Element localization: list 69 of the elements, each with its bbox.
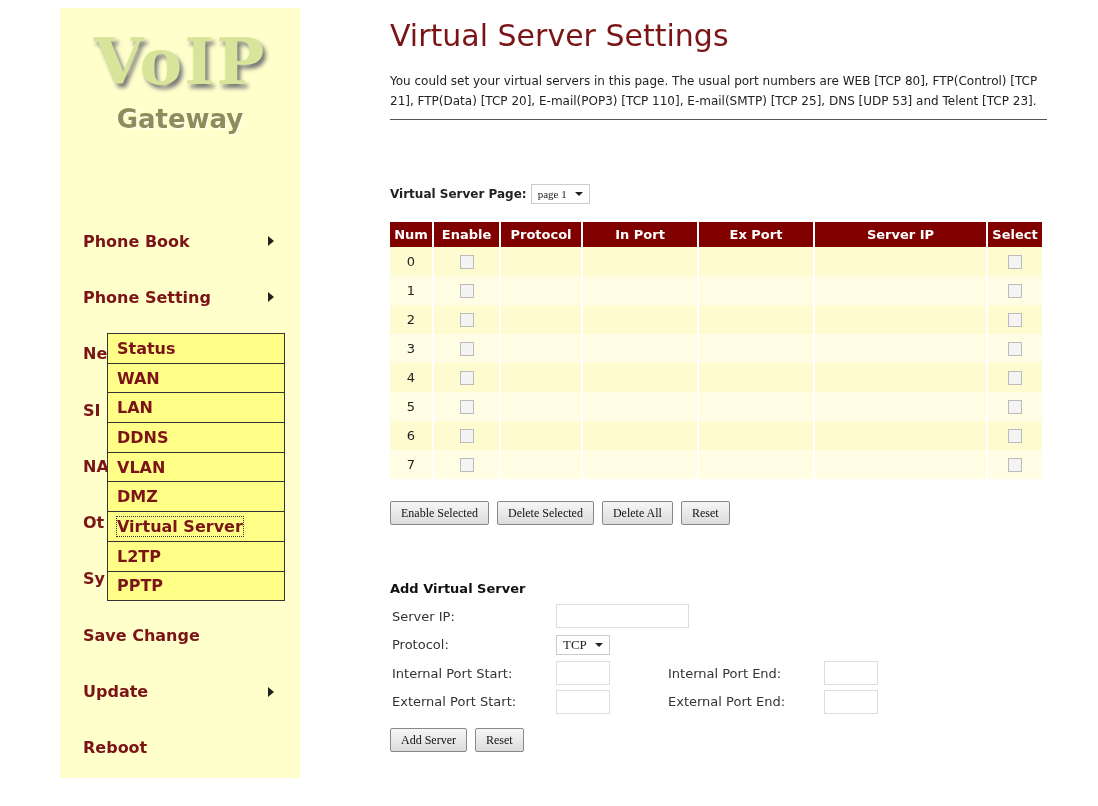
table-cell: 2 [390, 305, 432, 334]
input-field[interactable] [824, 689, 878, 714]
menu-item[interactable]: DDNS [108, 422, 284, 452]
input-field[interactable] [556, 604, 689, 629]
input-field[interactable] [824, 661, 878, 686]
menu-item[interactable]: Status [108, 334, 284, 363]
menu-item[interactable]: WAN [108, 362, 284, 393]
section-title: Add Virtual Server [390, 581, 527, 596]
page-select[interactable]: page 1 [530, 184, 590, 204]
column-header: Select [988, 222, 1042, 247]
page-label: Virtual Server Page: [390, 187, 527, 201]
menu-item[interactable]: L2TP [108, 540, 284, 571]
column-header: Num [390, 222, 432, 247]
checkbox[interactable] [1008, 458, 1022, 473]
checkbox[interactable] [459, 429, 474, 444]
checkbox[interactable] [459, 371, 474, 386]
checkbox[interactable] [459, 313, 474, 328]
page-title: Virtual Server Settings [390, 18, 730, 53]
sidebar-item[interactable]: Phone Book [83, 231, 268, 251]
form-button[interactable]: Delete All [601, 501, 673, 525]
checkbox[interactable] [1008, 342, 1022, 357]
checkbox[interactable] [459, 284, 474, 299]
table-cell: 4 [390, 363, 432, 392]
field-label: Internal Port End: [668, 665, 783, 681]
menu-item[interactable]: LAN [108, 392, 284, 423]
sidebar-item[interactable]: Update [83, 682, 268, 701]
menu-item[interactable]: VLAN [108, 451, 284, 482]
table-cell: 1 [390, 276, 432, 305]
column-header: In Port [583, 222, 697, 247]
column-header: Server IP [815, 222, 986, 247]
checkbox[interactable] [1008, 429, 1022, 444]
form-button[interactable]: Delete Selected [496, 501, 594, 525]
form-button[interactable]: Enable Selected [390, 501, 489, 525]
sidebar-item[interactable]: Phone Setting [83, 287, 268, 307]
table-cell: 7 [390, 450, 432, 479]
table-cell: 6 [390, 421, 432, 450]
column-header: Protocol [501, 222, 581, 247]
input-field[interactable] [556, 689, 610, 714]
form-button[interactable]: Reset [475, 728, 524, 752]
checkbox[interactable] [1008, 284, 1022, 299]
field-label: Internal Port Start: [391, 665, 514, 681]
checkbox[interactable] [459, 255, 474, 270]
checkbox[interactable] [1008, 371, 1022, 386]
menu-item[interactable]: PPTP [108, 570, 284, 601]
checkbox[interactable] [459, 458, 474, 473]
checkbox[interactable] [459, 400, 474, 415]
input-field[interactable] [556, 661, 610, 686]
form-button[interactable]: Reset [680, 501, 730, 525]
sidebar-item[interactable]: Reboot [83, 738, 268, 758]
sidebar-item[interactable]: Save Change [83, 625, 268, 645]
form-button[interactable]: Add Server [390, 728, 467, 752]
protocol-select[interactable]: TCP [556, 634, 610, 655]
logo-title: VoIP [93, 30, 267, 94]
checkbox[interactable] [1008, 313, 1022, 328]
table-cell: 5 [390, 392, 432, 421]
logo-subtitle: Gateway [116, 104, 244, 134]
field-label: Server IP: [391, 608, 456, 624]
menu-item[interactable]: DMZ [108, 481, 284, 512]
column-header: Ex Port [699, 222, 813, 247]
table-cell: 3 [390, 334, 432, 363]
field-label: External Port End: [668, 694, 787, 710]
column-header: Enable [434, 222, 499, 247]
checkbox[interactable] [1008, 400, 1022, 415]
checkbox[interactable] [459, 342, 474, 357]
checkbox[interactable] [1008, 255, 1022, 270]
field-label: External Port Start: [391, 694, 518, 710]
field-label: Protocol: [391, 637, 450, 653]
description-text: You could set your virtual servers in this page. The usual port numbers are WEB [TCP 80], FTP(Control) [TCP 21], FTP(Data) [TCP 20], E-mail(POP3) [TCP 110], E-mail(SMTP) [TCP 25], DNS [UDP 53] and Telent [TCP 23]. [390, 73, 1039, 110]
table-cell: 0 [390, 247, 432, 276]
